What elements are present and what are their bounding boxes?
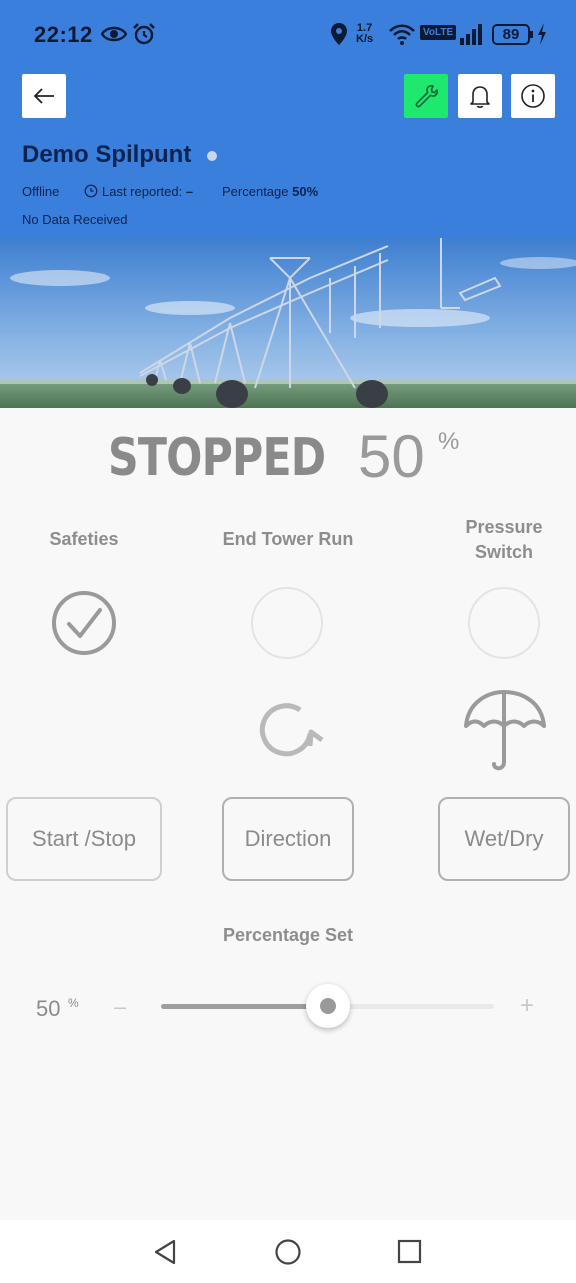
- percentage-slider[interactable]: [161, 984, 494, 1028]
- percentage-slider-thumb[interactable]: [305, 984, 350, 1028]
- header-percentage: Percentage 50%: [222, 184, 318, 199]
- volte-badge: VoLTE: [420, 25, 457, 40]
- wrench-icon: [415, 84, 439, 108]
- pivot-state: STOPPED: [108, 428, 326, 488]
- data-status: No Data Received: [22, 212, 128, 227]
- start-stop-button[interactable]: Start /Stop: [6, 797, 162, 881]
- pressure-switch-indicator: [468, 587, 540, 659]
- nav-back-icon[interactable]: [152, 1238, 178, 1266]
- last-reported-label: Last reported:: [102, 184, 183, 199]
- percentage-set-unit: %: [68, 996, 79, 1010]
- connection-status: Offline: [22, 184, 60, 199]
- safeties-label: Safeties: [49, 529, 119, 549]
- system-navigation-bar: [0, 1220, 576, 1283]
- wet-dry-button[interactable]: Wet/Dry: [438, 797, 570, 881]
- settings-wrench-button[interactable]: [404, 74, 448, 118]
- notifications-button[interactable]: [458, 74, 502, 118]
- device-title: Demo Spilpunt: [22, 141, 192, 168]
- nav-recents-icon[interactable]: [397, 1239, 423, 1265]
- info-button[interactable]: [511, 74, 555, 118]
- pivot-percentage: 50: [358, 423, 425, 490]
- header-percentage-label: Percentage: [222, 184, 289, 199]
- battery-indicator: 89: [492, 24, 533, 45]
- charging-icon: [538, 23, 546, 45]
- bell-icon: [470, 86, 490, 108]
- battery-level: 89: [502, 26, 520, 43]
- direction-button[interactable]: Direction: [222, 797, 354, 881]
- rotate-icon: [259, 703, 324, 757]
- wifi-icon: [389, 24, 415, 45]
- network-speed-unit: K/s: [356, 33, 374, 45]
- last-reported-value: –: [185, 184, 194, 199]
- clock: 22:12: [34, 22, 93, 47]
- last-reported: Last reported: –: [102, 184, 193, 199]
- location-icon: [331, 23, 347, 45]
- percentage-set-value: 50: [36, 996, 61, 1021]
- pressure-switch-label: Pressure Switch: [465, 517, 543, 562]
- end-tower-run-label: End Tower Run: [222, 529, 354, 549]
- percentage-set-label: Percentage Set: [222, 925, 354, 945]
- info-icon: [521, 84, 545, 108]
- system-status-bar: 22:12 1.7 K/s VoLTE 89: [0, 0, 576, 72]
- back-arrow-icon: [33, 88, 54, 104]
- nav-home-icon[interactable]: [274, 1238, 302, 1266]
- pivot-percentage-unit: %: [438, 428, 460, 455]
- header-percentage-value: 50%: [292, 184, 319, 199]
- percentage-slider-fill: [161, 1004, 328, 1009]
- pivot-irrigation-image: [0, 238, 576, 408]
- connection-status-dot: [207, 151, 217, 161]
- signal-icon: [460, 24, 482, 45]
- end-tower-run-indicator: [251, 587, 323, 659]
- alarm-icon: [133, 23, 155, 45]
- eye-icon: [101, 26, 127, 42]
- increase-percentage-button[interactable]: +: [520, 992, 534, 1020]
- clock-icon: [84, 184, 98, 198]
- check-circle-icon: [52, 591, 116, 655]
- decrease-percentage-button[interactable]: –: [114, 994, 126, 1020]
- network-speed: 1.7 K/s: [356, 23, 373, 45]
- umbrella-icon: [464, 690, 546, 771]
- back-button[interactable]: [22, 74, 66, 118]
